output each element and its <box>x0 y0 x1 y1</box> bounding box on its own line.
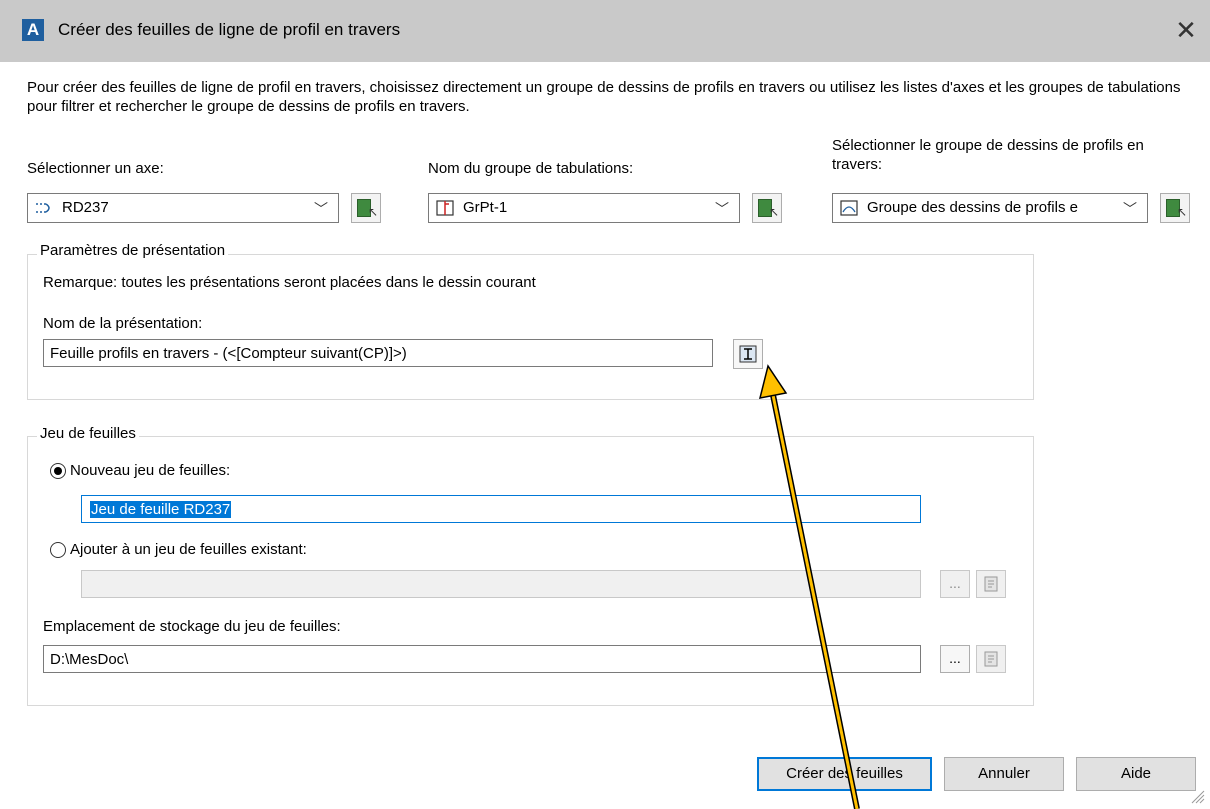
description-text: Pour créer des feuilles de ligne de prof… <box>27 79 1181 115</box>
browse-existing-button[interactable]: ... <box>940 570 970 598</box>
axis-value: RD237 <box>62 199 109 216</box>
existing-sheet-set-input[interactable] <box>81 570 921 598</box>
sheet-set-icon <box>984 576 998 592</box>
pick-axis-button[interactable]: ↖ <box>351 193 381 223</box>
tab-group-label: Nom du groupe de tabulations: <box>428 160 634 177</box>
tab-group-select[interactable]: GrPt-1 ﹀ <box>428 193 740 223</box>
cancel-button[interactable]: Annuler <box>944 757 1064 791</box>
presentation-name-label: Nom de la présentation: <box>43 315 203 332</box>
help-button[interactable]: Aide <box>1076 757 1196 791</box>
chevron-down-icon: ﹀ <box>314 201 328 217</box>
new-sheet-set-input[interactable]: Jeu de feuille RD237 <box>81 495 921 523</box>
name-template-button[interactable] <box>733 339 763 369</box>
browse-storage-button[interactable]: ... <box>940 645 970 673</box>
drawing-group-select[interactable]: Groupe des dessins de profils e ﹀ <box>832 193 1148 223</box>
presentation-group-label: Paramètres de présentation <box>37 242 229 259</box>
new-sheet-set-value: Jeu de feuille RD237 <box>90 501 232 518</box>
storage-path-input[interactable]: D:\MesDoc\ <box>43 645 921 673</box>
drawing-group-label: Sélectionner le groupe de dessins de pro… <box>832 137 1144 173</box>
edit-name-template-icon <box>739 345 757 363</box>
new-sheet-set-label: Nouveau jeu de feuilles: <box>70 462 231 479</box>
sheet-set-group-label: Jeu de feuilles <box>37 425 139 442</box>
axis-select[interactable]: RD237 ﹀ <box>27 193 339 223</box>
existing-sheet-set-label: Ajouter à un jeu de feuilles existant: <box>70 541 307 558</box>
chevron-down-icon: ﹀ <box>715 201 729 217</box>
pick-drawing-group-button[interactable]: ↖ <box>1160 193 1190 223</box>
drawing-group-value: Groupe des dessins de profils e <box>867 199 1078 216</box>
storage-label: Emplacement de stockage du jeu de feuill… <box>43 618 341 635</box>
open-existing-button[interactable] <box>976 570 1006 598</box>
pick-tab-group-button[interactable]: ↖ <box>752 193 782 223</box>
create-sheets-button[interactable]: Créer des feuilles <box>757 757 932 791</box>
tab-group-value: GrPt-1 <box>463 199 508 216</box>
presentation-name-value: Feuille profils en travers - (<[Compteur… <box>50 345 407 362</box>
alignment-icon <box>36 203 50 213</box>
close-icon[interactable]: ✕ <box>1168 12 1204 48</box>
axis-label: Sélectionner un axe: <box>27 160 164 177</box>
sample-line-group-icon <box>436 200 454 216</box>
storage-sheet-set-button[interactable] <box>976 645 1006 673</box>
new-sheet-set-radio[interactable] <box>50 463 66 479</box>
resize-grip-icon[interactable] <box>1190 789 1206 805</box>
presentation-name-input[interactable]: Feuille profils en travers - (<[Compteur… <box>43 339 713 367</box>
storage-path-value: D:\MesDoc\ <box>50 651 129 668</box>
chevron-down-icon: ﹀ <box>1123 201 1137 217</box>
section-view-group-icon <box>840 200 858 216</box>
civil3d-app-icon: A <box>22 19 44 41</box>
sheet-set-icon <box>984 651 998 667</box>
presentation-note: Remarque: toutes les présentations seron… <box>43 274 536 291</box>
existing-sheet-set-radio[interactable] <box>50 542 66 558</box>
window-title: Créer des feuilles de ligne de profil en… <box>58 20 401 39</box>
